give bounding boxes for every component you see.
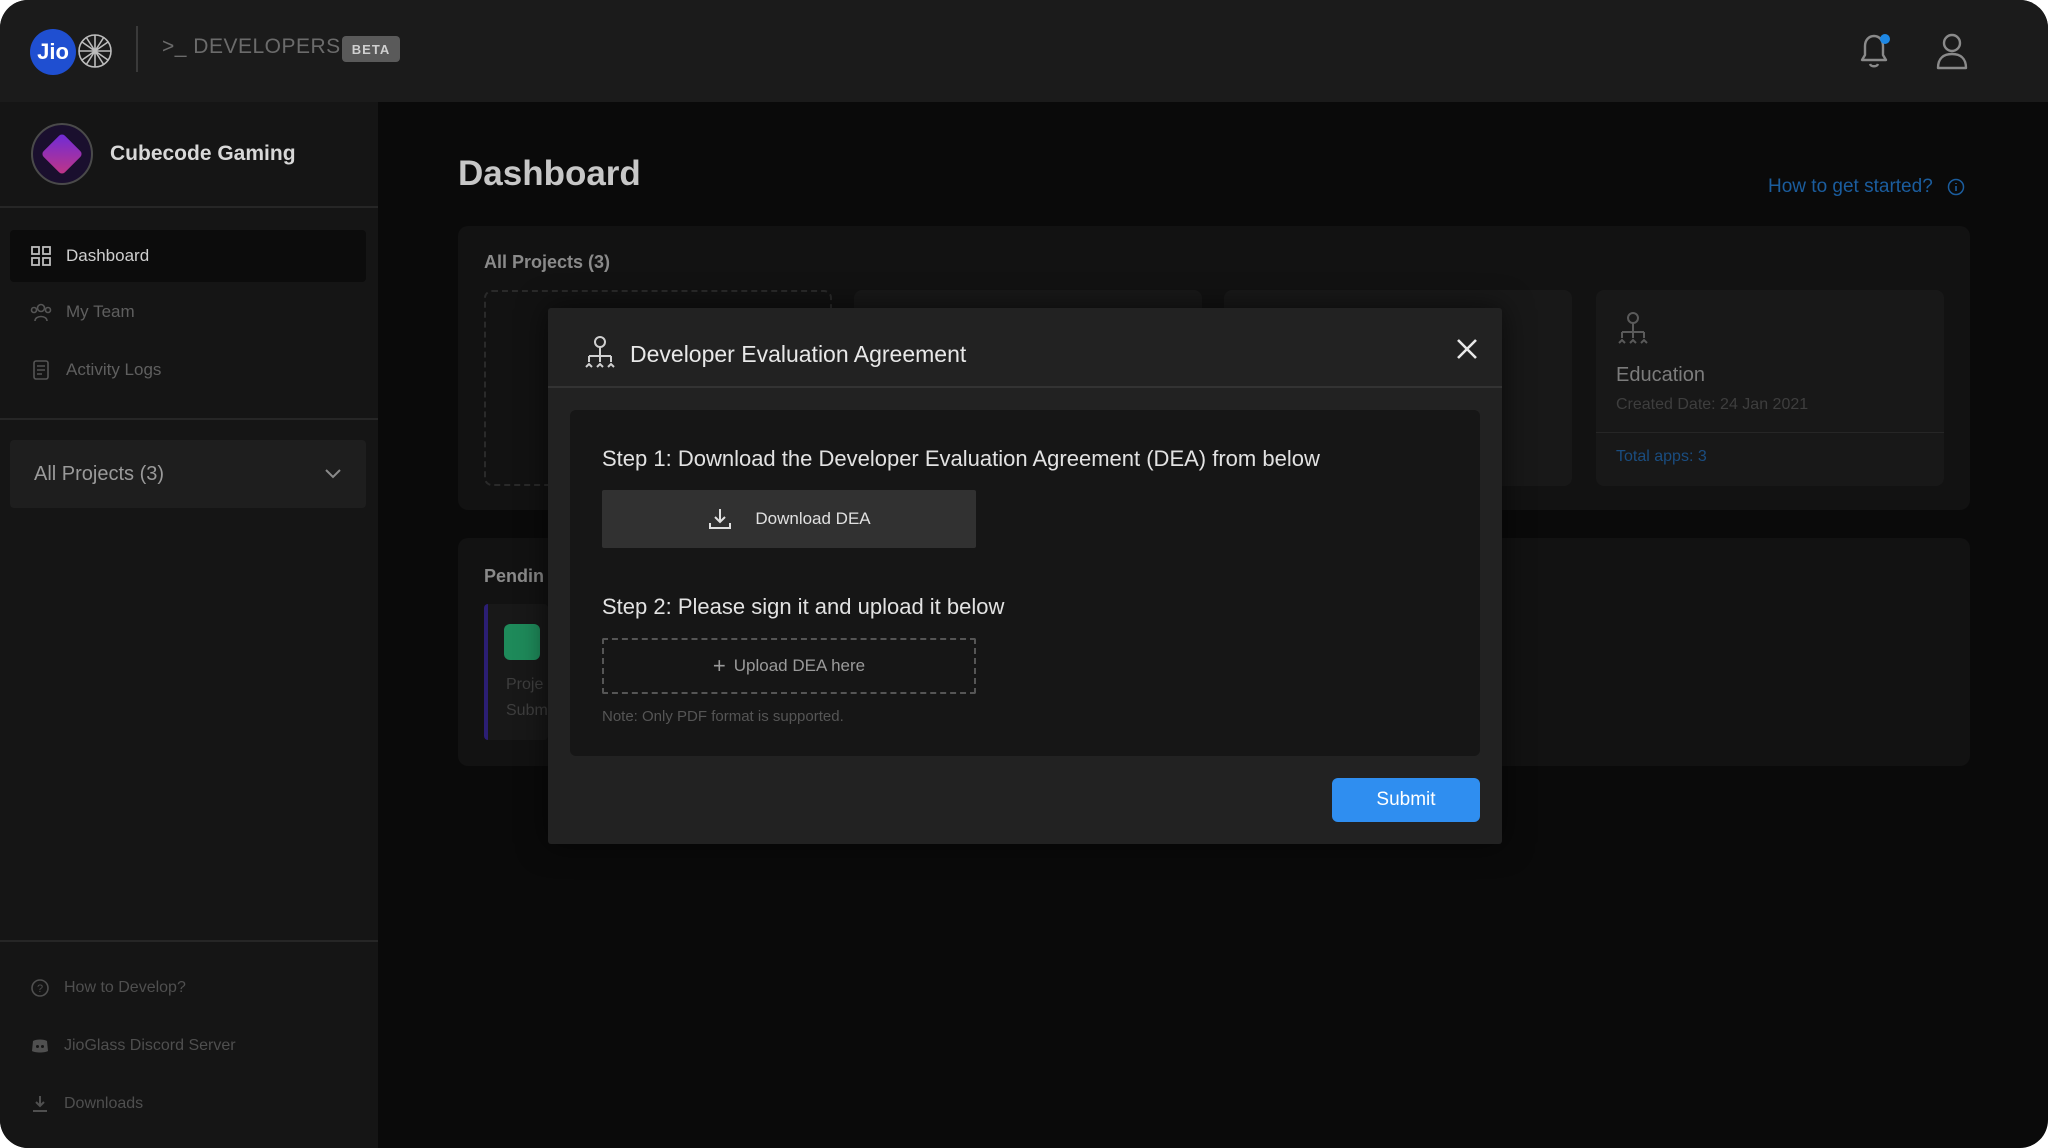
org-avatar[interactable]	[31, 123, 93, 185]
project-total-apps-link[interactable]: Total apps: 3	[1616, 448, 1707, 466]
info-icon	[1947, 178, 1965, 196]
svg-text:?: ?	[37, 983, 43, 995]
agreement-tree-icon	[585, 336, 615, 368]
help-circle-icon: ?	[31, 979, 49, 997]
download-button-label: Download DEA	[755, 509, 871, 528]
project-name: Education	[1616, 364, 1705, 386]
sidebar-item-discord[interactable]: JioGlass Discord Server	[30, 1036, 236, 1056]
beta-badge: BETA	[342, 36, 400, 62]
step-1-text: Step 1: Download the Developer Evaluatio…	[602, 446, 1320, 471]
sidebar-divider	[0, 940, 378, 942]
dropdown-label: All Projects (3)	[34, 462, 165, 485]
sidebar-divider	[0, 418, 378, 420]
download-icon	[709, 509, 732, 529]
developers-label[interactable]: >_ DEVELOPERS	[162, 35, 341, 59]
all-projects-title: All Projects (3)	[484, 252, 611, 272]
all-projects-dropdown[interactable]: All Projects (3)	[10, 440, 366, 508]
sidebar-item-label: Dashboard	[66, 246, 150, 265]
modal-divider	[548, 386, 1502, 388]
upload-dea-dropzone[interactable]: + Upload DEA here	[602, 638, 976, 694]
download-icon	[33, 1096, 47, 1112]
upload-label: Upload DEA here	[733, 656, 866, 675]
chevron-down-icon	[325, 469, 341, 479]
sidebar-item-label: My Team	[66, 302, 135, 321]
pending-title: Pendin	[484, 566, 545, 586]
sidebar-item-how-to-develop[interactable]: ? How to Develop?	[30, 978, 186, 998]
discord-icon	[32, 1039, 48, 1053]
close-icon[interactable]	[1454, 336, 1480, 362]
sidebar-item-label: Activity Logs	[66, 360, 162, 379]
pending-card-line: Proje	[506, 676, 544, 693]
pending-app-thumbnail	[504, 624, 540, 660]
sidebar: Cubecode Gaming Dashboard My Team Activi…	[0, 102, 378, 1148]
plus-icon: +	[712, 653, 726, 678]
header-divider	[136, 26, 138, 72]
submit-button[interactable]: Submit	[1332, 778, 1480, 822]
app-window: Jio >_ DEVELOPERS BETA Cubecode Gaming D…	[0, 0, 2048, 1148]
pending-card-line: Subm	[506, 702, 548, 719]
notification-dot	[1880, 34, 1890, 44]
sidebar-divider	[0, 206, 378, 208]
dea-modal: Developer Evaluation Agreement Step 1: D…	[548, 308, 1502, 844]
modal-body: Step 1: Download the Developer Evaluatio…	[570, 410, 1480, 756]
sidebar-item-label: Downloads	[64, 1095, 144, 1112]
help-link-label: How to get started?	[1768, 176, 1933, 197]
network-logo-icon	[78, 34, 112, 68]
user-profile-icon[interactable]	[1934, 30, 1970, 70]
sidebar-item-label: JioGlass Discord Server	[64, 1037, 236, 1054]
logo-text: Jio	[37, 39, 69, 64]
modal-title: Developer Evaluation Agreement	[630, 341, 967, 367]
sidebar-item-dashboard[interactable]: Dashboard	[10, 230, 366, 282]
org-name: Cubecode Gaming	[110, 142, 296, 165]
format-note: Note: Only PDF format is supported.	[602, 708, 844, 725]
jio-logo[interactable]: Jio	[30, 29, 76, 75]
card-divider	[1596, 432, 1944, 433]
org-logo-icon	[40, 132, 84, 176]
logs-icon	[33, 360, 49, 380]
sidebar-item-downloads[interactable]: Downloads	[30, 1094, 143, 1114]
sidebar-item-activity-logs[interactable]: Activity Logs	[10, 344, 366, 396]
page-title: Dashboard	[458, 154, 641, 193]
sidebar-item-my-team[interactable]: My Team	[10, 286, 366, 338]
sidebar-item-label: How to Develop?	[64, 979, 186, 996]
project-created-date: Created Date: 24 Jan 2021	[1616, 396, 1809, 413]
top-bar: Jio >_ DEVELOPERS BETA	[0, 0, 2048, 102]
how-to-get-started-link[interactable]: How to get started?	[1768, 176, 1965, 198]
download-dea-button[interactable]: Download DEA	[602, 490, 976, 548]
project-tree-icon	[1618, 312, 1648, 344]
team-icon	[30, 303, 52, 322]
step-2-text: Step 2: Please sign it and upload it bel…	[602, 594, 1005, 619]
grid-icon	[31, 246, 51, 266]
